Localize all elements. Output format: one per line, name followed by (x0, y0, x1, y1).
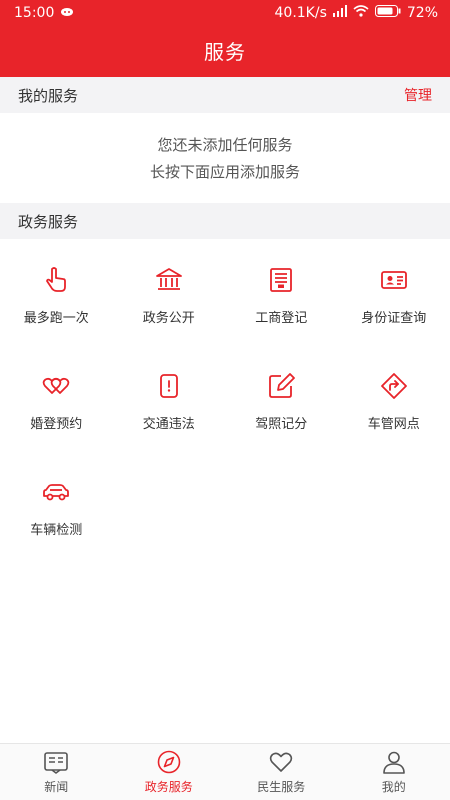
app-header: 15:00 40.1K/s 72% 服务 (0, 0, 450, 77)
compass-icon (157, 750, 181, 774)
status-bar: 15:00 40.1K/s 72% (0, 0, 450, 26)
gov-services-grid: 最多跑一次 政务公开 工商登记 身份证查询 婚登预约 交通违法 驾照记分 车管网… (0, 239, 450, 747)
heart-icon (270, 752, 293, 772)
service-label: 婚登预约 (30, 417, 83, 432)
service-label: 交通违法 (142, 417, 195, 432)
government-building-icon (155, 268, 182, 290)
service-jiaotongweifa[interactable]: 交通违法 (113, 355, 226, 461)
edit-pen-icon (269, 373, 296, 398)
service-label: 工商登记 (255, 311, 308, 326)
hand-pointer-icon (46, 267, 67, 292)
page-title: 服务 (204, 40, 246, 64)
service-label: 车辆检测 (30, 523, 83, 538)
network-speed: 40.1K/s (274, 5, 327, 21)
manage-button[interactable]: 管理 (404, 85, 432, 105)
bottom-tab-bar: 新闻 政务服务 民生服务 我的 (0, 743, 450, 800)
tab-label: 政务服务 (144, 780, 193, 794)
wifi-icon (353, 5, 369, 21)
tab-mine[interactable]: 我的 (338, 744, 450, 800)
business-license-icon (270, 268, 293, 292)
service-label: 驾照记分 (255, 417, 308, 432)
service-hundengyuyue[interactable]: 婚登预约 (0, 355, 113, 461)
empty-hint-line2: 长按下面应用添加服务 (149, 163, 300, 181)
car-icon (43, 484, 70, 501)
tab-label: 民生服务 (257, 780, 306, 794)
gov-services-title: 政务服务 (18, 212, 79, 231)
my-services-header: 我的服务 管理 (0, 77, 450, 113)
linked-hearts-icon (42, 377, 70, 394)
service-gongshangdengji[interactable]: 工商登记 (225, 249, 338, 355)
tab-label: 我的 (381, 780, 406, 794)
battery-level: 72% (406, 5, 438, 21)
service-label: 最多跑一次 (23, 311, 89, 326)
service-zuiduopaoyici[interactable]: 最多跑一次 (0, 249, 113, 355)
tab-news[interactable]: 新闻 (0, 744, 113, 800)
traffic-violation-icon (159, 374, 178, 398)
direction-sign-icon (380, 373, 407, 399)
service-label: 政务公开 (142, 311, 195, 326)
service-cheliangjiance[interactable]: 车辆检测 (0, 461, 113, 567)
my-services-empty: 您还未添加任何服务 长按下面应用添加服务 (0, 113, 450, 203)
user-icon (382, 751, 405, 774)
tab-label: 新闻 (44, 780, 69, 794)
battery-icon (374, 5, 401, 21)
status-time: 15:00 (14, 5, 55, 21)
service-zhengwugongkai[interactable]: 政务公开 (113, 249, 226, 355)
newspaper-icon (44, 752, 69, 774)
gov-services-header: 政务服务 (0, 203, 450, 239)
service-shenfenzhengchaxun[interactable]: 身份证查询 (338, 249, 450, 355)
signal-icon (332, 5, 347, 21)
empty-hint-line1: 您还未添加任何服务 (157, 136, 293, 154)
notification-icon (60, 5, 74, 21)
tab-gov-services[interactable]: 政务服务 (113, 744, 226, 800)
my-services-title: 我的服务 (18, 86, 79, 105)
tab-livelihood-services[interactable]: 民生服务 (225, 744, 338, 800)
service-jiazhaojifen[interactable]: 驾照记分 (225, 355, 338, 461)
service-cheguanwangdian[interactable]: 车管网点 (338, 355, 450, 461)
id-card-icon (380, 271, 407, 289)
service-label: 身份证查询 (361, 311, 427, 326)
service-label: 车管网点 (367, 417, 420, 432)
